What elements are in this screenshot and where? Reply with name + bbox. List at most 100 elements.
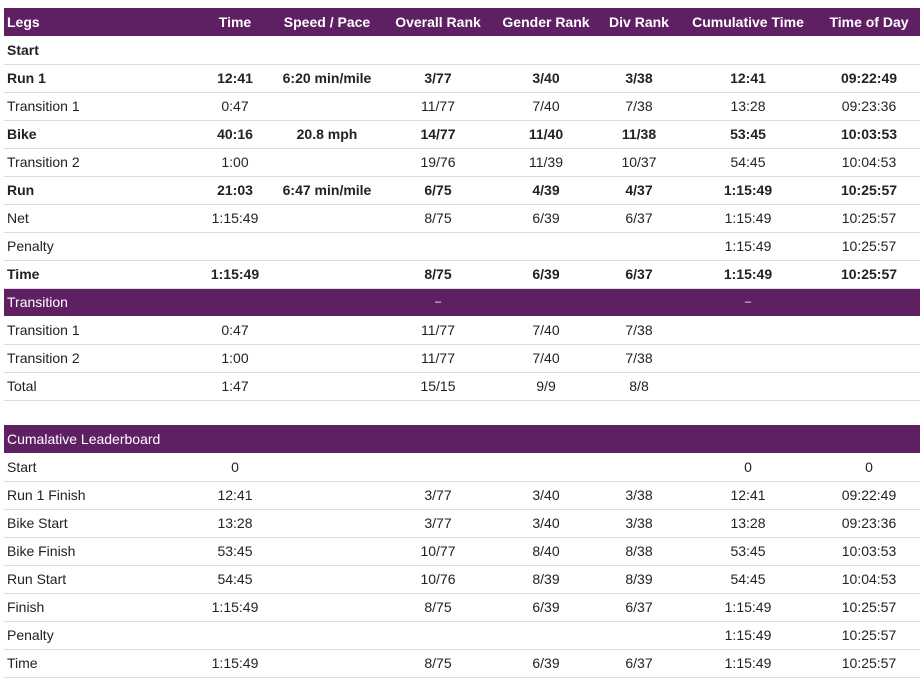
table-row: Start [4,36,920,65]
leg-cell: 21:03 [200,176,270,205]
leg-cell: 13:28 [678,92,818,121]
leg-cell: 54:45 [678,148,818,177]
leg-cell: 6/75 [384,176,492,205]
results-page: Legs Time Speed / Pace Overall Rank Gend… [0,0,920,684]
leg-cell: 8/75 [384,260,492,289]
transition-section-header: Transition – – [4,288,920,316]
leaderboard-cell: 8/39 [492,565,600,594]
leaderboard-cell: 6/37 [600,593,678,622]
leg-cell: 10:25:57 [818,232,920,261]
leaderboard-cell [384,621,492,650]
table-row: Penalty 1:15:49 10:25:57 [4,232,920,261]
table-row: Transition 2 1:00 11/77 7/40 7/38 [4,344,920,373]
table-row: Net 1:15:49 8/75 6/39 6/37 1:15:49 10:25:57 [4,204,920,233]
leaderboard-cell: 3/77 [384,509,492,538]
leg-cell: 6/37 [600,260,678,289]
leaderboard-label: Start [4,453,200,482]
leg-cell: 7/38 [600,92,678,121]
leaderboard-label: Run Start [4,565,200,594]
leaderboard-cell [384,453,492,482]
leg-cell: 19/76 [384,148,492,177]
leaderboard-cell [270,565,384,594]
header-time-of-day: Time of Day [829,14,909,30]
leg-cell: 11/39 [492,148,600,177]
table-row: Total 1:47 15/15 9/9 8/8 [4,372,920,401]
leaderboard-label: Bike Start [4,509,200,538]
leg-cell [384,232,492,261]
leaderboard-label: Time [4,649,200,678]
leaderboard-cell: 8/75 [384,593,492,622]
table-row: Bike 40:16 20.8 mph 14/77 11/40 11/38 53:45 10:… [4,120,920,149]
transition-cell: 8/8 [600,372,678,401]
leaderboard-cell: 10:04:53 [818,565,920,594]
table-row: Run 21:03 6:47 min/mile 6/75 4/39 4/37 1:15:49… [4,176,920,205]
header-cumulative-time: Cumulative Time [692,14,804,30]
header-speed-pace: Speed / Pace [283,14,371,30]
leaderboard-cell: 6/37 [600,649,678,678]
leaderboard-cell: 10/77 [384,537,492,566]
legs-table: Legs Time Speed / Pace Overall Rank Gend… [4,8,920,401]
leaderboard-cell: 0 [818,453,920,482]
leaderboard-cell: 1:15:49 [200,649,270,678]
transition-body: Transition – – Transition 1 0:47 11/77 7/40… [4,288,920,401]
leg-cell: 4/39 [492,176,600,205]
table-row: Time 1:15:49 8/75 6/39 6/37 1:15:49 10:25:57 [4,649,920,678]
leaderboard-cell: 10:25:57 [818,621,920,650]
transition-label: Total [4,372,200,401]
leaderboard-cell [200,621,270,650]
table-row: Bike Finish 53:45 10/77 8/40 8/38 53:45 10:03:… [4,537,920,566]
transition-cell: 11/77 [384,316,492,345]
leg-cell: 11/77 [384,92,492,121]
leg-cell: 6/39 [492,204,600,233]
leaderboard-cell: 1:15:49 [678,593,818,622]
leaderboard-cell: 10:25:57 [818,649,920,678]
table-row: Finish 1:15:49 8/75 6/39 6/37 1:15:49 10:25:57 [4,593,920,622]
leg-cell: 10/37 [600,148,678,177]
leaderboard-cell: 1:15:49 [678,621,818,650]
leaderboard-cell: 6/39 [492,593,600,622]
leaderboard-cell [270,621,384,650]
leg-cell: 1:15:49 [678,232,818,261]
transition-cell [818,316,920,345]
leg-cell: 8/75 [384,204,492,233]
leaderboard-cell: 0 [678,453,818,482]
table-row: Transition 1 0:47 11/77 7/40 7/38 13:28 09:23:… [4,92,920,121]
leaderboard-cell: 3/40 [492,481,600,510]
leg-label: Start [4,36,200,65]
leaderboard-cell: 09:23:36 [818,509,920,538]
leg-label: Penalty [4,232,200,261]
leg-cell [818,36,920,65]
leg-cell: 6:47 min/mile [270,176,384,205]
leaderboard-cell [492,621,600,650]
leg-cell [200,232,270,261]
leg-label: Transition 1 [4,92,200,121]
leg-cell: 11/38 [600,120,678,149]
leg-cell [270,148,384,177]
leg-cell: 7/40 [492,92,600,121]
leaderboard-cell: 0 [200,453,270,482]
leaderboard-cell: 1:15:49 [200,593,270,622]
leg-cell: 1:00 [200,148,270,177]
leaderboard-cell: 12:41 [200,481,270,510]
leaderboard-cell: 10:25:57 [818,593,920,622]
transition-cell [678,344,818,373]
leg-cell: 1:15:49 [200,260,270,289]
leaderboard-table: Cumalative Leaderboard Start 0 0 0 Run 1 Fin… [4,425,920,678]
leg-cell [384,36,492,65]
leg-cell: 1:15:49 [678,176,818,205]
leaderboard-cell: 12:41 [678,481,818,510]
transition-label: Transition 1 [4,316,200,345]
leg-cell: 0:47 [200,92,270,121]
transition-cell: 11/77 [384,344,492,373]
leg-cell: 10:04:53 [818,148,920,177]
leg-label: Run 1 [4,64,200,93]
leg-cell: 4/37 [600,176,678,205]
legs-body: Start Run 1 12:41 6:20 min/mile 3/77 3/40 3/38… [4,36,920,289]
leaderboard-cell: 3/40 [492,509,600,538]
leg-cell: 14/77 [384,120,492,149]
leg-cell: 6/37 [600,204,678,233]
leaderboard-section-header: Cumalative Leaderboard [4,425,920,453]
table-row: Transition 2 1:00 19/76 11/39 10/37 54:45 10:0… [4,148,920,177]
header-time: Time [218,14,252,30]
leaderboard-label: Bike Finish [4,537,200,566]
